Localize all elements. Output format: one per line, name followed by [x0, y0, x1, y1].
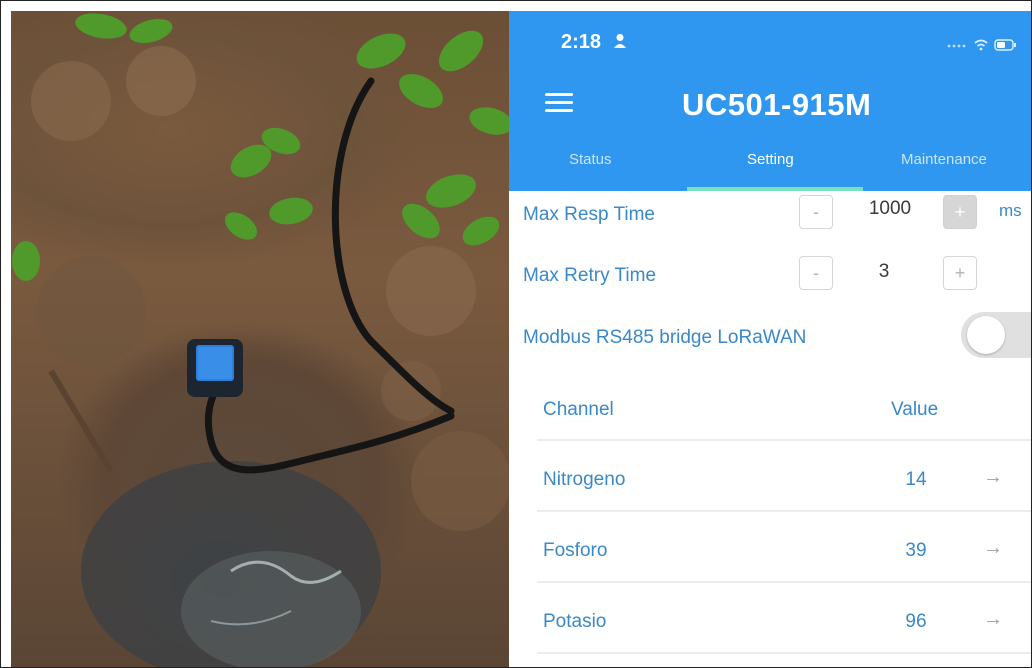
- max-resp-time-value[interactable]: 1000: [855, 198, 925, 220]
- field-photo-illustration: [12, 13, 509, 667]
- status-time: 2:18: [561, 31, 602, 53]
- max-resp-time-unit: ms: [999, 201, 1022, 220]
- modbus-bridge-label: Modbus RS485 bridge LoRaWAN: [523, 327, 807, 348]
- table-divider: [537, 652, 1031, 654]
- max-resp-time-label: Max Resp Time: [523, 204, 655, 225]
- max-retry-time-decrement-button[interactable]: -: [799, 256, 833, 290]
- tab-setting[interactable]: Setting: [747, 151, 794, 168]
- channel-name-fosforo[interactable]: Fosforo: [543, 540, 607, 562]
- channel-name-potasio[interactable]: Potasio: [543, 611, 606, 633]
- channel-name-nitrogeno[interactable]: Nitrogeno: [543, 469, 625, 491]
- max-resp-time-increment-button[interactable]: +: [943, 195, 977, 229]
- table-divider: [537, 510, 1031, 512]
- screenshot-frame: 2:18 UC501-915M Status Setting Maintenan…: [0, 0, 1032, 668]
- page-title: UC501-915M: [682, 87, 872, 122]
- channel-value-potasio: 96: [905, 611, 927, 632]
- arrow-right-icon[interactable]: →: [983, 537, 1003, 560]
- person-icon: [614, 34, 626, 48]
- max-retry-time-increment-button[interactable]: +: [943, 256, 977, 290]
- active-tab-indicator: [687, 187, 863, 191]
- channel-value-fosforo: 39: [905, 540, 927, 561]
- app-bar: 2:18 UC501-915M Status Setting Maintenan…: [509, 11, 1031, 191]
- channel-column-header: Channel: [543, 399, 614, 420]
- max-resp-time-decrement-button[interactable]: -: [799, 195, 833, 229]
- table-divider: [537, 581, 1031, 583]
- toggle-knob[interactable]: [967, 316, 1005, 354]
- status-indicators-icon: [947, 39, 1016, 51]
- hamburger-menu-icon[interactable]: [545, 93, 573, 113]
- arrow-right-icon[interactable]: →: [983, 466, 1003, 489]
- phone-screen: 2:18 UC501-915M Status Setting Maintenan…: [509, 11, 1031, 667]
- channel-value-nitrogeno: 14: [905, 469, 927, 490]
- arrow-right-icon[interactable]: →: [983, 608, 1003, 631]
- tab-maintenance[interactable]: Maintenance: [901, 151, 987, 168]
- tab-status[interactable]: Status: [569, 151, 612, 168]
- field-photo: [11, 11, 509, 667]
- max-retry-time-value[interactable]: 3: [855, 261, 913, 283]
- value-column-header: Value: [891, 399, 939, 420]
- table-divider: [537, 439, 1031, 441]
- max-retry-time-label: Max Retry Time: [523, 265, 657, 286]
